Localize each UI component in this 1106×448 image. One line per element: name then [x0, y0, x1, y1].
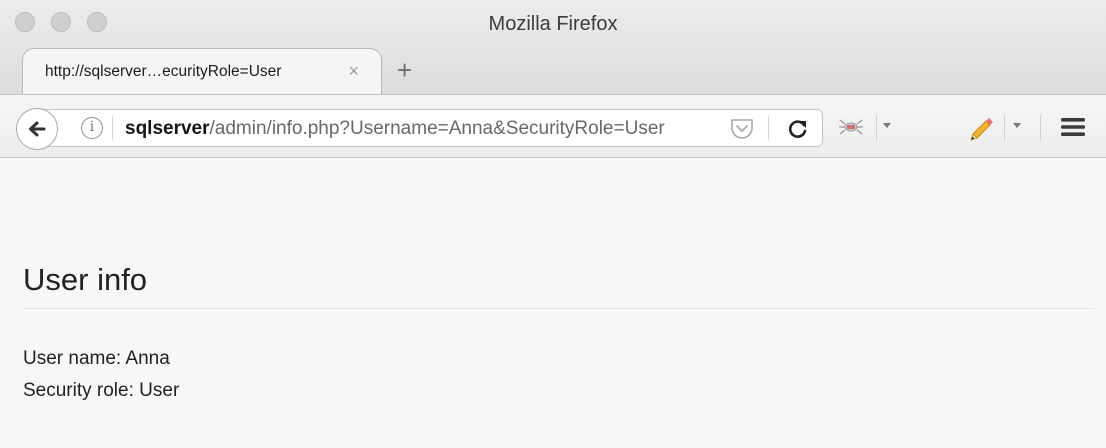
browser-window: Mozilla Firefox http://sqlserver…ecurity…	[0, 0, 1106, 448]
back-arrow-icon	[29, 121, 46, 137]
heading-divider	[23, 308, 1095, 309]
page-content: User info User name: Anna Security role:…	[0, 158, 1106, 448]
toolbar-separator	[1040, 115, 1041, 141]
new-tab-icon[interactable]: +	[397, 57, 412, 83]
chevron-down-icon[interactable]	[1013, 123, 1021, 128]
url-text[interactable]: sqlserver/admin/info.php?Username=Anna&S…	[125, 118, 665, 140]
url-bar[interactable]: i sqlserver/admin/info.php?Username=Anna…	[40, 109, 823, 147]
tab-close-icon[interactable]: ×	[348, 61, 359, 81]
pocket-icon[interactable]	[729, 117, 755, 146]
page-heading: User info	[23, 262, 148, 297]
toolbar-separator	[1004, 115, 1005, 141]
navigation-toolbar: i sqlserver/admin/info.php?Username=Anna…	[0, 94, 1106, 158]
tab-label: http://sqlserver…ecurityRole=User	[45, 63, 282, 80]
pencil-icon[interactable]	[966, 112, 996, 147]
security-role-line: Security role: User	[23, 380, 180, 401]
url-separator	[768, 116, 769, 140]
toolbar-separator	[876, 115, 877, 141]
title-bar: Mozilla Firefox http://sqlserver…ecurity…	[0, 0, 1106, 94]
hamburger-menu-icon[interactable]	[1060, 117, 1086, 142]
username-line: User name: Anna	[23, 348, 170, 369]
info-icon[interactable]: i	[81, 117, 103, 139]
window-title: Mozilla Firefox	[488, 13, 618, 35]
url-divider	[112, 116, 113, 140]
url-path: /admin/info.php?Username=Anna&SecurityRo…	[209, 118, 665, 139]
url-host: sqlserver	[125, 118, 210, 139]
active-tab[interactable]: http://sqlserver…ecurityRole=User ×	[22, 48, 382, 94]
chevron-down-icon[interactable]	[883, 123, 891, 128]
reload-icon[interactable]	[787, 118, 809, 145]
back-button[interactable]	[16, 108, 58, 150]
bug-icon[interactable]	[838, 117, 864, 142]
